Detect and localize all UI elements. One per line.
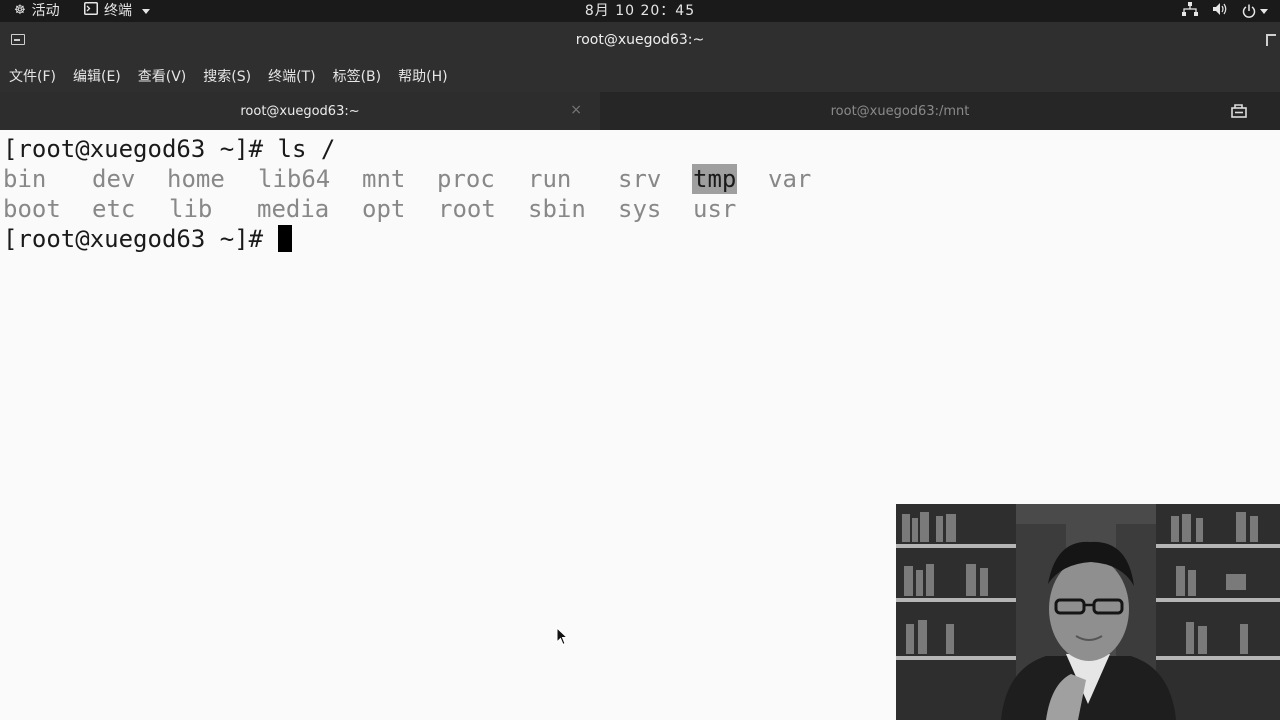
ls-output-row-1: bin dev home lib64 mnt proc run srv tmp …	[3, 164, 1273, 194]
ls-entry: opt	[362, 195, 406, 223]
terminal-line-prompt: [root@xuegod63 ~]#	[3, 224, 292, 254]
window-control-icon[interactable]	[1266, 34, 1276, 46]
menu-view[interactable]: 查看(V)	[129, 66, 195, 86]
menu-search[interactable]: 搜索(S)	[194, 66, 259, 86]
top-bar: ☸ 活动 终端 8月 10 20：45	[0, 0, 1280, 22]
menu-file[interactable]: 文件(F)	[0, 66, 64, 86]
menu-help[interactable]: 帮助(H)	[389, 66, 455, 86]
clock[interactable]: 8月 10 20：45	[0, 2, 1280, 20]
window-title: root@xuegod63:~	[575, 32, 705, 48]
ls-entry: mnt	[362, 165, 406, 193]
new-tab-button[interactable]	[1200, 92, 1280, 130]
chevron-down-icon	[1260, 8, 1268, 14]
ls-entry: media	[257, 195, 330, 223]
menu-bar: 文件(F) 编辑(E) 查看(V) 搜索(S) 终端(T) 标签(B) 帮助(H…	[0, 60, 1280, 92]
webcam-overlay	[896, 504, 1280, 720]
tab-home[interactable]: root@xuegod63:~ ×	[0, 92, 600, 130]
menu-edit[interactable]: 编辑(E)	[64, 66, 129, 86]
ls-entry: sbin	[528, 195, 586, 223]
menu-terminal[interactable]: 终端(T)	[259, 66, 323, 86]
ls-entry: run	[528, 165, 572, 193]
power-icon	[1242, 4, 1268, 18]
window-title-bar[interactable]: root@xuegod63:~	[0, 22, 1280, 60]
terminal-line-command: [root@xuegod63 ~]# ls /	[3, 134, 335, 164]
close-icon[interactable]: ×	[570, 102, 582, 118]
ls-entry: bin	[3, 165, 47, 193]
tab-mnt[interactable]: root@xuegod63:/mnt	[600, 92, 1200, 130]
ls-entry: usr	[693, 195, 737, 223]
volume-icon	[1212, 2, 1228, 21]
ls-entry: sys	[618, 195, 662, 223]
presenter-video-frame	[896, 504, 1280, 720]
ls-entry: dev	[92, 165, 136, 193]
ls-entry: var	[768, 165, 812, 193]
tab-label: root@xuegod63:~	[240, 103, 360, 119]
menu-tabs[interactable]: 标签(B)	[324, 66, 390, 86]
ls-entry: lib64	[258, 165, 331, 193]
ls-entry: proc	[437, 165, 495, 193]
mouse-pointer-icon	[556, 626, 570, 651]
ls-entry: boot	[3, 195, 61, 223]
network-icon	[1182, 1, 1198, 21]
ls-output-row-2: boot etc lib media opt root sbin sys usr	[3, 194, 1273, 224]
ls-entry: lib	[169, 195, 213, 223]
ls-entry: home	[167, 165, 225, 193]
terminal-prompt: [root@xuegod63 ~]#	[3, 135, 278, 163]
text-cursor	[277, 225, 292, 252]
system-status-area[interactable]	[1182, 1, 1268, 21]
terminal-prompt: [root@xuegod63 ~]#	[3, 225, 278, 253]
ls-entry: srv	[618, 165, 662, 193]
terminal-command: ls /	[277, 135, 336, 163]
tab-label: root@xuegod63:/mnt	[830, 103, 970, 119]
tab-bar: root@xuegod63:~ × root@xuegod63:/mnt	[0, 92, 1280, 130]
new-tab-icon	[1231, 104, 1249, 118]
ls-entry-highlighted: tmp	[692, 164, 738, 194]
ls-entry: etc	[92, 195, 136, 223]
ls-entry: root	[438, 195, 496, 223]
